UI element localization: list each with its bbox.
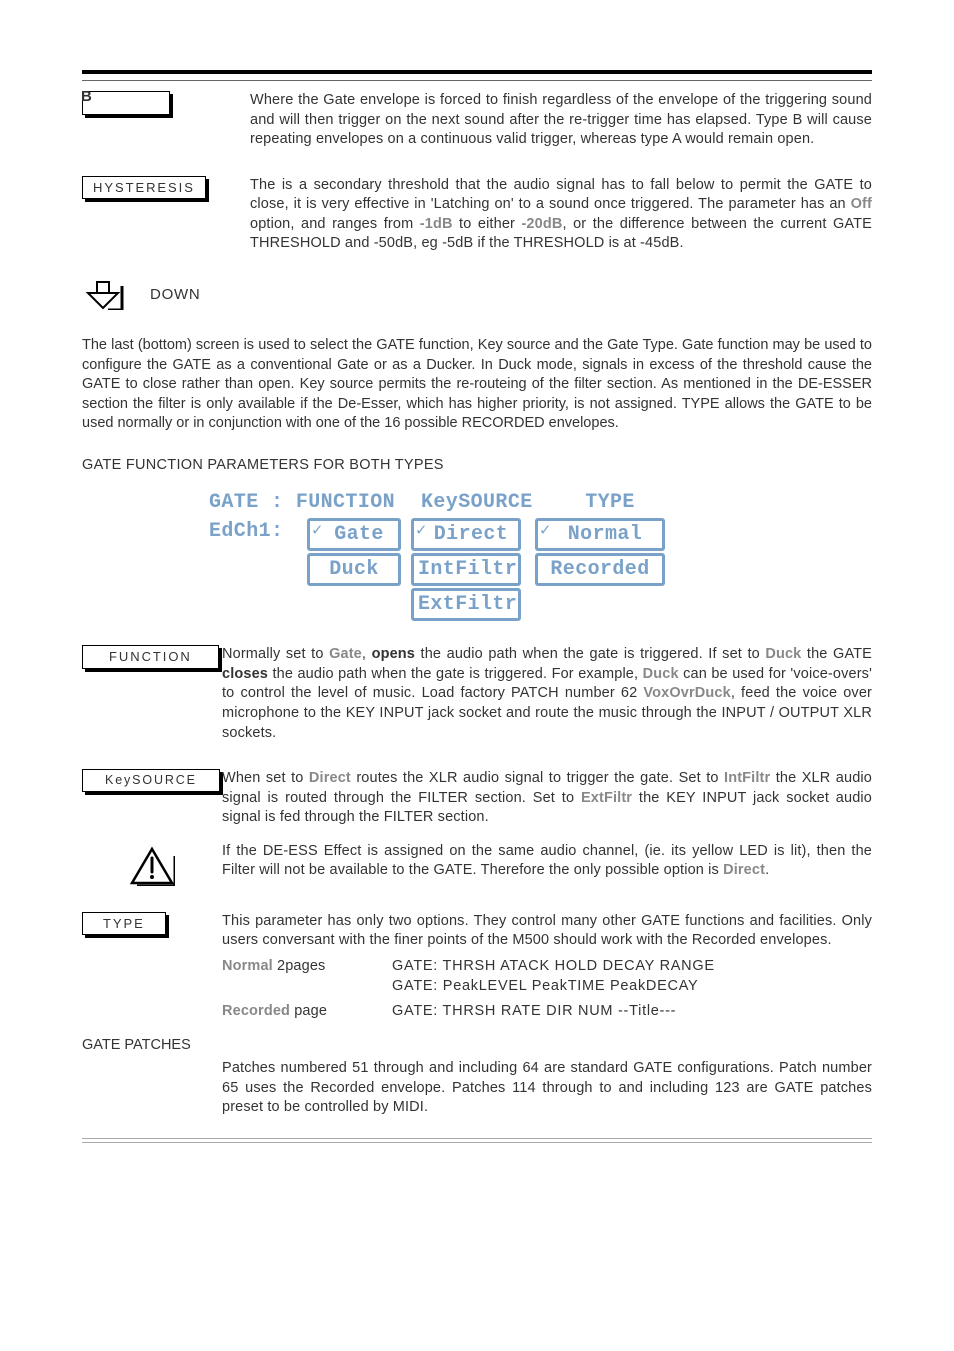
hyst-text-2: option, and ranges from	[250, 216, 420, 232]
label-type-wrap: TYPE	[82, 912, 222, 936]
func-t4: the audio path when the gate is triggere…	[268, 666, 643, 682]
row-function: FUNCTION Normally set to Gate, opens the…	[82, 645, 872, 743]
lcd-hdr-1: GATE : FUNCTION	[209, 489, 401, 516]
lcd-opt-direct: Direct	[411, 518, 521, 551]
lcd-row-1: EdCh1: Gate Direct Normal	[209, 518, 745, 551]
gate-patches-heading: GATE PATCHES	[82, 1036, 872, 1056]
label-function-wrap: FUNCTION	[82, 645, 222, 669]
type-l3-text: GATE: THRSH RATE DIR NUM --Title---	[392, 1002, 872, 1022]
para-keysource: When set to Direct routes the XLR audio …	[222, 769, 872, 828]
warn-direct: Direct	[723, 862, 765, 878]
type-l1-text: GATE: THRSH ATACK HOLD DECAY RANGE	[392, 957, 872, 977]
type-l2-text: GATE: PeakLEVEL PeakTIME PeakDECAY	[392, 977, 872, 997]
label-hysteresis: HYSTERESIS	[82, 176, 206, 200]
heading-both-types: GATE FUNCTION PARAMETERS FOR BOTH TYPES	[82, 456, 872, 476]
down-label: DOWN	[150, 285, 201, 305]
para-hysteresis: The is a secondary threshold that the au…	[250, 176, 872, 254]
lcd-hdr-2: KeySOURCE	[421, 489, 531, 516]
row-patches: Patches numbered 51 through and includin…	[82, 1059, 872, 1118]
row-keysource: KeySOURCE When set to Direct routes the …	[82, 769, 872, 828]
lcd-opt-duck: Duck	[307, 553, 401, 586]
lcd-opt-normal: Normal	[535, 518, 665, 551]
para-lastscreen: The last (bottom) screen is used to sele…	[82, 336, 872, 434]
type-l3a: Recorded	[222, 1003, 290, 1019]
page: B Where the Gate envelope is forced to f…	[82, 0, 872, 1193]
key-direct: Direct	[309, 770, 351, 786]
lcd-opt-recorded: Recorded	[535, 553, 665, 586]
top-rule-thin	[82, 80, 872, 81]
down-arrow-row: DOWN	[82, 280, 872, 310]
key-t2: routes the XLR audio signal to trigger t…	[351, 770, 724, 786]
type-l1b: 2pages	[273, 958, 326, 974]
func-opens: opens	[372, 646, 415, 662]
label-type: TYPE	[82, 912, 166, 936]
lcd: GATE : FUNCTION KeySOURCE TYPE EdCh1: Ga…	[209, 489, 745, 621]
lcd-hdr-3: TYPE	[545, 489, 675, 516]
top-rule-thick	[82, 70, 872, 74]
type-l3b: page	[290, 1003, 327, 1019]
down-arrow-icon	[82, 280, 126, 310]
lcd-wrap: GATE : FUNCTION KeySOURCE TYPE EdCh1: Ga…	[82, 489, 872, 621]
hyst-off: Off	[851, 196, 872, 212]
lcd-opt-intfiltr: IntFiltr	[411, 553, 521, 586]
bottom-rule-1	[82, 1138, 872, 1139]
row-type: TYPE This parameter has only two options…	[82, 912, 872, 1022]
para-function: Normally set to Gate, opens the audio pa…	[222, 645, 872, 743]
row-hysteresis: HYSTERESIS The is a secondary threshold …	[82, 176, 872, 254]
warning-icon-wrap	[82, 842, 222, 886]
lcd-row-2: Duck IntFiltr Recorded	[209, 553, 745, 586]
func-duck: Duck	[765, 646, 801, 662]
row-warning: If the DE-ESS Effect is assigned on the …	[82, 842, 872, 886]
para-b: Where the Gate envelope is forced to fin…	[250, 91, 872, 150]
func-vox: VoxOvrDuck	[643, 685, 730, 701]
label-keysource: KeySOURCE	[82, 769, 220, 792]
type-text: This parameter has only two options. The…	[222, 913, 872, 949]
warning-icon	[82, 846, 222, 886]
type-line-1: Normal 2pages GATE: THRSH ATACK HOLD DEC…	[222, 957, 872, 977]
lcd-row-3: ExtFiltr	[209, 588, 745, 621]
label-hysteresis-wrap: HYSTERESIS	[82, 176, 250, 200]
label-b: B	[82, 91, 170, 115]
label-b-letter: B	[81, 87, 94, 107]
func-gate: Gate	[329, 646, 362, 662]
label-b-wrap: B	[82, 91, 250, 115]
type-line-3: Recorded page GATE: THRSH RATE DIR NUM -…	[222, 1002, 872, 1022]
func-t2: the audio path when the gate is triggere…	[415, 646, 765, 662]
hyst-m20: -20dB	[521, 216, 562, 232]
lcd-rowlabel: EdCh1:	[209, 518, 297, 551]
type-l1a: Normal	[222, 958, 273, 974]
func-closes: closes	[222, 666, 268, 682]
func-duck2: Duck	[643, 666, 679, 682]
key-int: IntFiltr	[724, 770, 770, 786]
lcd-opt-gate: Gate	[307, 518, 401, 551]
type-line-2: GATE: PeakLEVEL PeakTIME PeakDECAY	[222, 977, 872, 997]
warn-t1: If the DE-ESS Effect is assigned on the …	[222, 843, 872, 879]
warn-t2: .	[765, 862, 769, 878]
func-t1: Normally set to	[222, 646, 329, 662]
func-t3: the GATE	[801, 646, 872, 662]
label-keysource-wrap: KeySOURCE	[82, 769, 222, 792]
row-b: B Where the Gate envelope is forced to f…	[82, 91, 872, 150]
bottom-rule-2	[82, 1142, 872, 1143]
para-type: This parameter has only two options. The…	[222, 912, 872, 1022]
lcd-opt-extfiltr: ExtFiltr	[411, 588, 521, 621]
label-function: FUNCTION	[82, 645, 219, 669]
lcd-header-row: GATE : FUNCTION KeySOURCE TYPE	[209, 489, 745, 516]
key-t1: When set to	[222, 770, 309, 786]
para-warning: If the DE-ESS Effect is assigned on the …	[222, 842, 872, 881]
hyst-text-3: to either	[453, 216, 522, 232]
key-ext: ExtFiltr	[581, 790, 632, 806]
hyst-text-1: The is a secondary threshold that the au…	[250, 177, 872, 213]
para-patches: Patches numbered 51 through and includin…	[222, 1059, 872, 1118]
hyst-m1: -1dB	[420, 216, 453, 232]
